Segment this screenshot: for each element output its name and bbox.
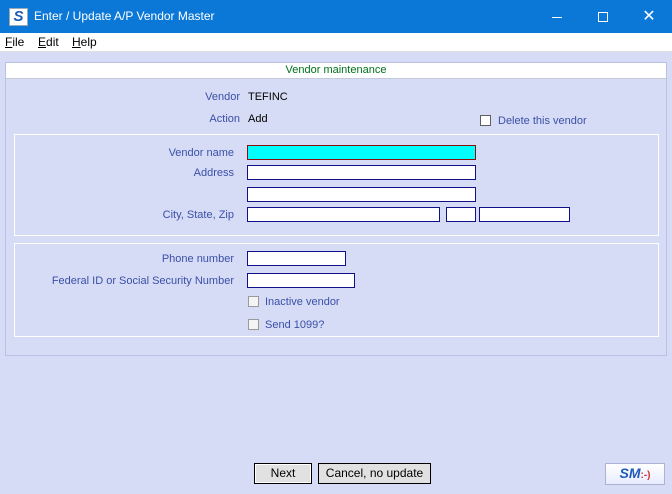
phone-label: Phone number — [161, 253, 234, 265]
state-field[interactable] — [447, 209, 475, 223]
delete-vendor-label[interactable]: Delete this vendor — [498, 115, 587, 127]
delete-vendor-checkbox[interactable] — [480, 115, 491, 126]
federal-id-label: Federal ID or Social Security Number — [51, 275, 234, 287]
state-input[interactable] — [446, 207, 476, 223]
menu-help[interactable]: Help — [72, 35, 97, 49]
action-label: Action — [209, 113, 240, 125]
vendor-name-input[interactable] — [247, 145, 476, 161]
next-button[interactable]: Next — [254, 463, 312, 484]
address-line2-field[interactable] — [248, 189, 475, 203]
city-field[interactable] — [248, 209, 439, 223]
form-header: Vendor maintenance — [6, 63, 666, 79]
minimize-button[interactable] — [534, 0, 580, 33]
smiley-icon: :-) — [640, 470, 651, 481]
vendor-value: TEFINC — [248, 91, 288, 103]
menu-edit-accel: E — [38, 35, 47, 49]
federal-id-field[interactable] — [248, 275, 354, 289]
send-1099-label[interactable]: Send 1099? — [265, 319, 324, 331]
address-label: Address — [193, 167, 234, 179]
phone-input[interactable] — [247, 251, 346, 267]
close-button[interactable]: ✕ — [626, 0, 672, 33]
app-icon[interactable]: S — [9, 8, 28, 26]
sm-logo-text: SM — [619, 465, 641, 481]
federal-id-input[interactable] — [247, 273, 355, 289]
minimize-icon — [552, 16, 562, 18]
sm-logo-button[interactable]: SM:-) — [605, 463, 665, 485]
send-1099-checkbox[interactable] — [248, 319, 259, 330]
maximize-button[interactable] — [580, 0, 626, 33]
menu-bar: File Edit Help — [0, 33, 672, 52]
cancel-no-update-button[interactable]: Cancel, no update — [318, 463, 431, 484]
phone-field[interactable] — [248, 253, 345, 267]
inactive-vendor-label[interactable]: Inactive vendor — [265, 296, 340, 308]
menu-file[interactable]: File — [5, 35, 24, 49]
city-input[interactable] — [247, 207, 440, 223]
menu-edit-label: dit — [46, 35, 59, 49]
menu-help-accel: H — [72, 35, 81, 49]
address-line2-input[interactable] — [247, 187, 476, 203]
inactive-vendor-checkbox[interactable] — [248, 296, 259, 307]
vendor-label: Vendor — [205, 91, 240, 103]
zip-field[interactable] — [480, 209, 569, 223]
window-title: Enter / Update A/P Vendor Master — [34, 9, 215, 23]
close-icon: ✕ — [642, 8, 656, 25]
client-area: Vendor maintenance Vendor TEFINC Action … — [0, 52, 672, 494]
city-state-zip-label: City, State, Zip — [162, 209, 234, 221]
vendor-name-label: Vendor name — [168, 147, 234, 159]
address-line1-input[interactable] — [247, 165, 476, 181]
title-bar[interactable]: S Enter / Update A/P Vendor Master ✕ — [0, 0, 672, 33]
address-line1-field[interactable] — [248, 167, 475, 181]
menu-edit[interactable]: Edit — [38, 35, 59, 49]
vendor-form-panel: Vendor maintenance Vendor TEFINC Action … — [5, 62, 667, 356]
menu-file-label: ile — [12, 35, 25, 49]
vendor-name-field[interactable] — [248, 147, 475, 161]
menu-help-label: elp — [80, 35, 97, 49]
maximize-icon — [598, 12, 608, 23]
zip-input[interactable] — [479, 207, 570, 223]
action-value: Add — [248, 113, 268, 125]
